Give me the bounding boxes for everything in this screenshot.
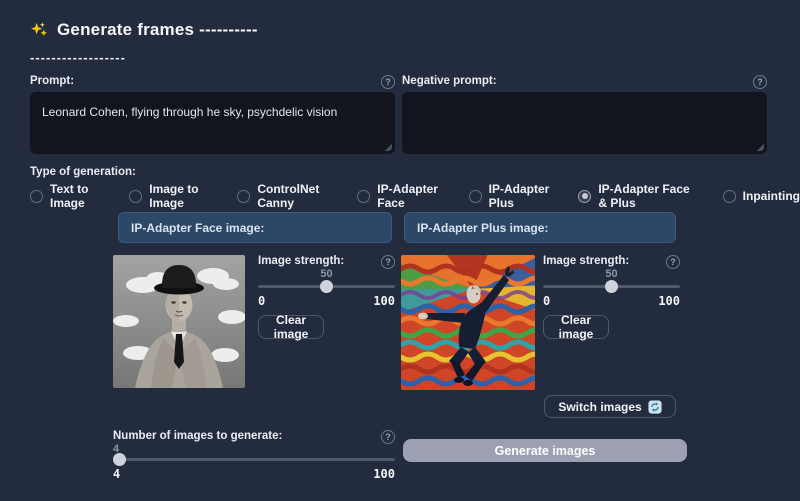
face-strength-slider[interactable] xyxy=(258,285,395,288)
num-images-range: 4 100 xyxy=(113,467,395,481)
face-strength-max: 100 xyxy=(373,294,395,308)
switch-arrows-icon xyxy=(648,400,662,414)
plus-strength-min: 0 xyxy=(543,294,550,308)
plus-strength-help-icon[interactable]: ? xyxy=(666,255,680,269)
radio-icon[interactable] xyxy=(237,190,250,203)
radio-icon[interactable] xyxy=(129,190,142,203)
ip-adapter-plus-header[interactable]: IP-Adapter Plus image: xyxy=(404,212,676,243)
negative-prompt-label: Negative prompt: xyxy=(402,75,497,87)
radio-icon[interactable] xyxy=(578,190,591,203)
radio-icon[interactable] xyxy=(723,190,736,203)
generation-type-option[interactable]: IP-Adapter Face & Plus xyxy=(578,182,701,210)
generation-type-option[interactable]: Text to Image xyxy=(30,182,108,210)
page-title: Generate frames ---------- xyxy=(57,20,258,40)
face-strength-label: Image strength: xyxy=(258,255,344,267)
generation-type-option[interactable]: IP-Adapter Plus xyxy=(469,182,558,210)
switch-images-label: Switch images xyxy=(558,400,641,414)
plus-clear-image-button[interactable]: Clear image xyxy=(543,315,609,339)
radio-icon[interactable] xyxy=(469,190,482,203)
num-images-min: 4 xyxy=(113,467,120,481)
radio-icon[interactable] xyxy=(30,190,43,203)
switch-images-button[interactable]: Switch images xyxy=(544,395,676,418)
prompt-input[interactable]: Leonard Cohen, flying through he sky, ps… xyxy=(30,92,395,154)
num-images-slider-thumb[interactable] xyxy=(113,453,126,466)
plus-strength-value: 50 xyxy=(543,268,680,280)
sparkles-icon xyxy=(30,21,49,40)
plus-strength-range: 0 100 xyxy=(543,294,680,308)
plus-strength-label: Image strength: xyxy=(543,255,629,267)
generation-type-option[interactable]: ControlNet Canny xyxy=(237,182,336,210)
generation-type-group: Text to Image Image to Image ControlNet … xyxy=(30,182,800,210)
plus-strength-max: 100 xyxy=(658,294,680,308)
generation-type-option[interactable]: Inpainting xyxy=(723,189,800,203)
page-header: Generate frames ---------- xyxy=(30,20,258,40)
generation-type-option[interactable]: IP-Adapter Face xyxy=(357,182,447,210)
num-images-slider[interactable] xyxy=(113,458,395,461)
ip-adapter-face-image[interactable] xyxy=(113,255,245,388)
num-images-max: 100 xyxy=(373,467,395,481)
prompt-text: Leonard Cohen, flying through he sky, ps… xyxy=(30,92,395,134)
plus-strength-slider-thumb[interactable] xyxy=(605,280,618,293)
face-clear-image-button[interactable]: Clear image xyxy=(258,315,324,339)
generation-type-label: Type of generation: xyxy=(30,166,136,178)
negative-prompt-help-icon[interactable]: ? xyxy=(753,75,767,89)
negative-prompt-input[interactable] xyxy=(402,92,767,154)
face-strength-range: 0 100 xyxy=(258,294,395,308)
generate-frames-page: Generate frames ---------- -------------… xyxy=(0,0,800,501)
num-images-label: Number of images to generate: xyxy=(113,430,282,442)
generate-images-button[interactable]: Generate images xyxy=(403,439,687,462)
prompt-help-icon[interactable]: ? xyxy=(381,75,395,89)
negative-prompt-text xyxy=(402,92,767,118)
face-strength-value: 50 xyxy=(258,268,395,280)
prompt-label: Prompt: xyxy=(30,75,74,87)
radio-icon[interactable] xyxy=(357,190,370,203)
dashed-divider: ------------------ xyxy=(30,50,126,65)
ip-adapter-plus-image[interactable] xyxy=(401,255,535,390)
face-strength-min: 0 xyxy=(258,294,265,308)
generation-type-option[interactable]: Image to Image xyxy=(129,182,216,210)
face-strength-help-icon[interactable]: ? xyxy=(381,255,395,269)
num-images-help-icon[interactable]: ? xyxy=(381,430,395,444)
face-strength-slider-thumb[interactable] xyxy=(320,280,333,293)
plus-strength-slider[interactable] xyxy=(543,285,680,288)
ip-adapter-face-header[interactable]: IP-Adapter Face image: xyxy=(118,212,392,243)
